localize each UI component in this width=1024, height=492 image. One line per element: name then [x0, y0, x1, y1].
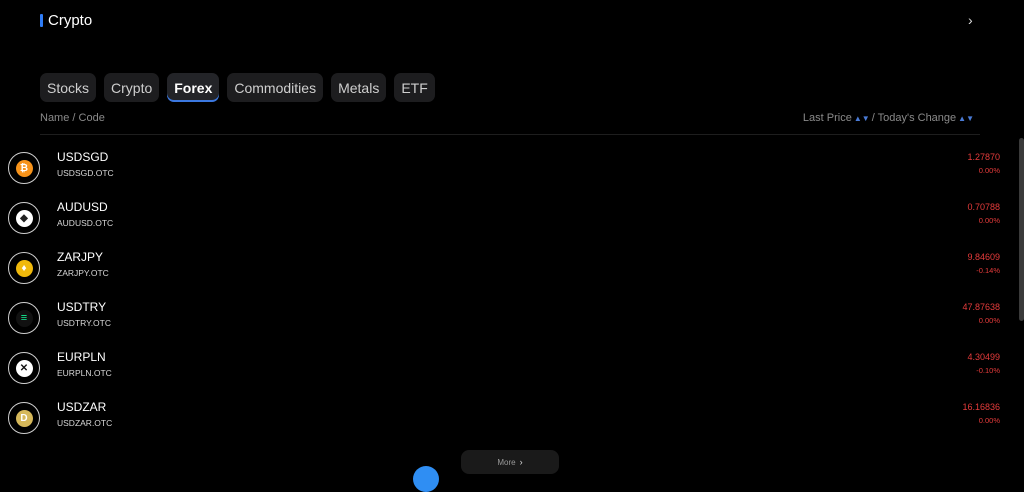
sort-icon[interactable]: ▲▼: [958, 114, 974, 123]
header-divider: [40, 134, 980, 135]
row-code: USDTRY.OTC: [57, 318, 112, 328]
dogecoin-icon: D: [8, 402, 40, 434]
title-accent-bar: [40, 13, 43, 27]
row-last-price: 1.27870: [967, 152, 1000, 162]
table-row[interactable]: ₿ USDSGD USDSGD.OTC 1.27870 0.00%: [0, 150, 1000, 198]
column-separator: /: [871, 112, 875, 124]
row-symbol: USDZAR: [57, 400, 107, 414]
row-last-price: 16.16836: [962, 402, 1000, 412]
binance-coin-icon: ♦: [8, 252, 40, 284]
column-header-name-code: Name / Code: [40, 112, 105, 124]
row-symbol: USDSGD: [57, 150, 109, 164]
ethereum-icon: ◆: [8, 202, 40, 234]
table-row[interactable]: ≡ USDTRY USDTRY.OTC 47.87638 0.00%: [0, 300, 1000, 348]
table-row[interactable]: D USDZAR USDZAR.OTC 16.16836 0.00%: [0, 400, 1000, 448]
vertical-scrollbar[interactable]: [1019, 138, 1024, 321]
chevron-right-icon: ›: [519, 457, 523, 467]
row-symbol: USDTRY: [57, 300, 107, 314]
tab-forex[interactable]: Forex: [167, 73, 220, 102]
column-header-todays-change[interactable]: Today's Change: [878, 112, 957, 124]
chevron-right-icon[interactable]: ›: [968, 12, 973, 28]
floating-action-button[interactable]: [413, 466, 439, 492]
solana-icon: ≡: [8, 302, 40, 334]
row-todays-change: -0.10%: [976, 366, 1000, 375]
table-row[interactable]: ◆ AUDUSD AUDUSD.OTC 0.70788 0.00%: [0, 200, 1000, 248]
row-todays-change: 0.00%: [978, 166, 1000, 175]
column-headers-right: Last Price ▲▼ / Today's Change ▲▼: [803, 112, 976, 124]
row-code: AUDUSD.OTC: [57, 218, 114, 228]
table-row[interactable]: ✕ EURPLN EURPLN.OTC 4.30499 -0.10%: [0, 350, 1000, 398]
row-todays-change: 0.00%: [978, 216, 1000, 225]
column-header-last-price[interactable]: Last Price: [803, 112, 852, 124]
row-todays-change: -0.14%: [976, 266, 1000, 275]
row-todays-change: 0.00%: [978, 416, 1000, 425]
market-tabs: Stocks Crypto Forex Commodities Metals E…: [40, 73, 443, 102]
row-todays-change: 0.00%: [978, 316, 1000, 325]
more-label: More: [497, 457, 516, 467]
row-last-price: 9.84609: [967, 252, 1000, 262]
row-symbol: ZARJPY: [57, 250, 104, 264]
more-button[interactable]: More ›: [461, 450, 559, 474]
tab-metals[interactable]: Metals: [331, 73, 387, 102]
tab-commodities[interactable]: Commodities: [227, 73, 324, 102]
row-symbol: EURPLN: [57, 350, 106, 364]
xrp-icon: ✕: [8, 352, 40, 384]
page-title: Crypto: [48, 11, 93, 29]
row-symbol: AUDUSD: [57, 200, 108, 214]
row-code: USDZAR.OTC: [57, 418, 113, 428]
table-row[interactable]: ♦ ZARJPY ZARJPY.OTC 9.84609 -0.14%: [0, 250, 1000, 298]
page-header: Crypto: [40, 10, 92, 30]
tab-crypto[interactable]: Crypto: [104, 73, 160, 102]
sort-icon[interactable]: ▲▼: [854, 114, 870, 123]
row-code: ZARJPY.OTC: [57, 268, 109, 278]
row-code: EURPLN.OTC: [57, 368, 112, 378]
bitcoin-icon: ₿: [8, 152, 40, 184]
tab-etf[interactable]: ETF: [394, 73, 435, 102]
row-code: USDSGD.OTC: [57, 168, 114, 178]
row-last-price: 0.70788: [967, 202, 1000, 212]
row-last-price: 47.87638: [962, 302, 1000, 312]
tab-stocks[interactable]: Stocks: [40, 73, 97, 102]
row-last-price: 4.30499: [967, 352, 1000, 362]
